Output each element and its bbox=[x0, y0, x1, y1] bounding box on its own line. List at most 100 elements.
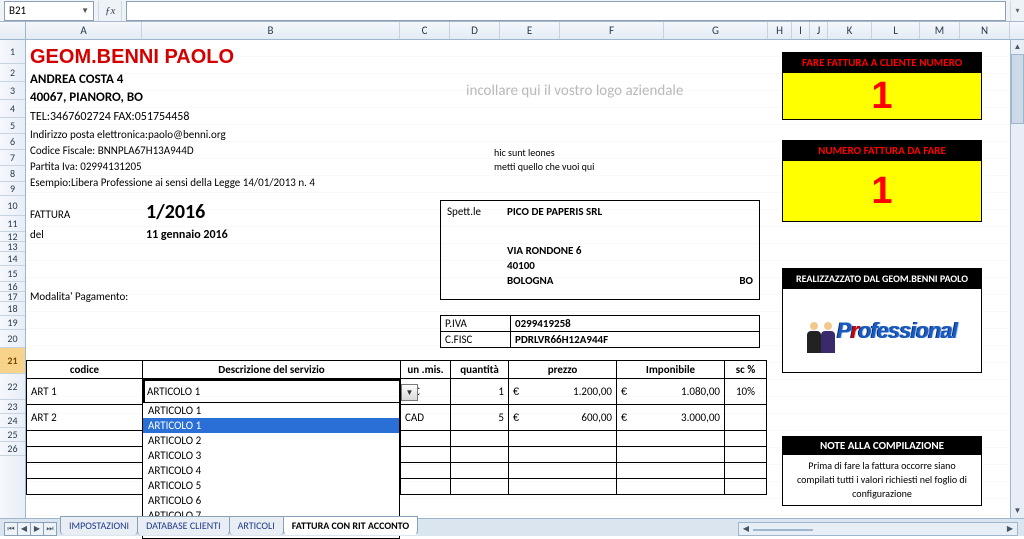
piva-label: P.IVA bbox=[441, 316, 511, 332]
scroll-right-icon[interactable]: ▶ bbox=[1003, 524, 1017, 534]
side-box-notes: NOTE ALLA COMPILAZIONE Prima di fare la … bbox=[782, 436, 982, 506]
law-line: Esempio:Libera Professione ai sensi dell… bbox=[30, 176, 315, 189]
inv-th: Descrizione del servizio bbox=[143, 361, 401, 379]
side-box2-header: NUMERO FATTURA DA FARE bbox=[782, 140, 982, 161]
codice-fiscale: Codice Fiscale: BNNPLA67H13A944D bbox=[30, 144, 194, 157]
tab-nav-first-icon[interactable]: ⏮ bbox=[4, 522, 18, 536]
row-header-26[interactable]: 26 bbox=[0, 442, 25, 456]
scroll-up-icon[interactable]: ▲ bbox=[1011, 40, 1024, 54]
col-header-N[interactable]: N bbox=[960, 22, 1010, 39]
sheet-tab[interactable]: IMPOSTAZIONI bbox=[60, 516, 138, 535]
chevron-down-icon[interactable]: ▼ bbox=[81, 6, 89, 16]
fattura-date: 11 gennaio 2016 bbox=[146, 228, 228, 242]
client-piva: 0299419258 bbox=[511, 316, 760, 332]
dropdown-item[interactable]: ARTICOLO 2 bbox=[143, 433, 399, 448]
inv-th: Imponibile bbox=[617, 361, 725, 379]
row-header-13[interactable]: 13 bbox=[0, 242, 25, 252]
col-header-L[interactable]: L bbox=[872, 22, 920, 39]
col-header-M[interactable]: M bbox=[920, 22, 960, 39]
tab-nav-last-icon[interactable]: ⏭ bbox=[43, 522, 57, 536]
tab-nav-prev-icon[interactable]: ◀ bbox=[17, 522, 31, 536]
realizzato-header: REALIZZAZZATO DAL GEOM.BENNI PAOLO bbox=[782, 268, 982, 289]
row-header-9[interactable]: 9 bbox=[0, 182, 25, 196]
vertical-scrollbar[interactable]: ▲ ▼ bbox=[1010, 40, 1024, 518]
row-header-18[interactable]: 18 bbox=[0, 302, 25, 316]
row-headers: 1234567891011121314151617181920212223242… bbox=[0, 40, 26, 518]
row-header-22[interactable]: 22 bbox=[0, 374, 25, 400]
client-name: PICO DE PAPERIS SRL bbox=[507, 204, 602, 219]
row-header-2[interactable]: 2 bbox=[0, 64, 25, 82]
col-header-J[interactable]: J bbox=[810, 22, 828, 39]
dropdown-item[interactable]: ARTICOLO 5 bbox=[143, 478, 399, 493]
col-header-A[interactable]: A bbox=[26, 22, 142, 39]
dropdown-item[interactable]: ARTICOLO 6 bbox=[143, 493, 399, 508]
col-header-G[interactable]: G bbox=[664, 22, 768, 39]
vscroll-thumb[interactable] bbox=[1011, 54, 1024, 124]
col-header-C[interactable]: C bbox=[400, 22, 450, 39]
col-header-D[interactable]: D bbox=[450, 22, 500, 39]
logo-text: Professional bbox=[837, 318, 957, 344]
col-header-K[interactable]: K bbox=[828, 22, 872, 39]
row-header-19[interactable]: 19 bbox=[0, 316, 25, 330]
expand-formula-bar-icon[interactable]: ▾ bbox=[1010, 1, 1024, 21]
column-headers: ABCDEFGHIJKLMN bbox=[0, 22, 1024, 40]
row-header-20[interactable]: 20 bbox=[0, 330, 25, 348]
scroll-down-icon[interactable]: ▼ bbox=[1011, 504, 1024, 518]
select-all-corner[interactable] bbox=[0, 22, 26, 39]
sheet-tab[interactable]: ARTICOLI bbox=[229, 516, 284, 535]
fx-icon[interactable]: ƒx bbox=[98, 1, 122, 21]
inv-th: prezzo bbox=[509, 361, 617, 379]
table-row[interactable]: ART 1ARTICOLO 1A.C1€1.200,00€1.080,0010% bbox=[27, 379, 767, 405]
company-name: GEOM.BENNI PAOLO bbox=[30, 46, 234, 69]
formula-input[interactable] bbox=[126, 1, 1006, 21]
cell-dropdown-button[interactable]: ▼ bbox=[401, 384, 418, 401]
row-header-17[interactable]: 17 bbox=[0, 292, 25, 302]
dropdown-item[interactable]: ARTICOLO 1 bbox=[143, 403, 399, 418]
row-header-23[interactable]: 23 bbox=[0, 400, 25, 414]
horizontal-scrollbar[interactable]: ◀ ▶ bbox=[738, 522, 1018, 536]
dropdown-item[interactable]: ARTICOLO 4 bbox=[143, 463, 399, 478]
hscroll-thumb[interactable] bbox=[753, 529, 813, 531]
col-header-F[interactable]: F bbox=[560, 22, 664, 39]
row-header-8[interactable]: 8 bbox=[0, 166, 25, 182]
scroll-left-icon[interactable]: ◀ bbox=[739, 524, 753, 534]
row-header-5[interactable]: 5 bbox=[0, 118, 25, 134]
formula-bar-row: B21 ▼ ƒx ▾ bbox=[0, 0, 1024, 22]
col-header-I[interactable]: I bbox=[792, 22, 810, 39]
row-header-1[interactable]: 1 bbox=[0, 40, 25, 64]
spreadsheet-cells[interactable]: GEOM.BENNI PAOLO ANDREA COSTA 4 40067, P… bbox=[26, 40, 1024, 518]
inv-th: quantità bbox=[451, 361, 509, 379]
row-header-10[interactable]: 10 bbox=[0, 196, 25, 216]
dropdown-item[interactable]: ARTICOLO 1 bbox=[143, 418, 399, 433]
partita-iva: Partita Iva: 02994131205 bbox=[30, 160, 142, 173]
name-box[interactable]: B21 ▼ bbox=[4, 1, 94, 21]
col-header-H[interactable]: H bbox=[768, 22, 792, 39]
row-header-6[interactable]: 6 bbox=[0, 134, 25, 150]
inv-th: codice bbox=[27, 361, 143, 379]
col-header-B[interactable]: B bbox=[142, 22, 400, 39]
side-box-logo: REALIZZAZZATO DAL GEOM.BENNI PAOLO Profe… bbox=[782, 268, 982, 373]
name-box-value: B21 bbox=[9, 4, 26, 17]
email-line: Indirizzo posta elettronica:paolo@benni.… bbox=[30, 128, 226, 141]
client-fiscal-box: P.IVA 0299419258 C.FISC PDRLVR66H12A944F bbox=[440, 315, 760, 348]
tab-nav-next-icon[interactable]: ▶ bbox=[30, 522, 44, 536]
dropdown-item[interactable]: ARTICOLO 3 bbox=[143, 448, 399, 463]
row-header-21[interactable]: 21 bbox=[0, 348, 25, 374]
side-box2-value[interactable]: 1 bbox=[782, 161, 982, 222]
sheet-tab[interactable]: DATABASE CLIENTI bbox=[137, 516, 230, 535]
address-line-1: ANDREA COSTA 4 bbox=[30, 72, 123, 87]
tab-nav-buttons[interactable]: ⏮ ◀ ▶ ⏭ bbox=[4, 522, 56, 536]
row-header-14[interactable]: 14 bbox=[0, 252, 25, 266]
col-header-E[interactable]: E bbox=[500, 22, 560, 39]
people-icon bbox=[807, 309, 843, 353]
side-box1-value[interactable]: 1 bbox=[782, 73, 982, 120]
row-header-24[interactable]: 24 bbox=[0, 414, 25, 428]
row-header-25[interactable]: 25 bbox=[0, 428, 25, 442]
client-city: BOLOGNA bbox=[507, 273, 739, 288]
client-zip: 40100 bbox=[507, 258, 535, 273]
row-header-4[interactable]: 4 bbox=[0, 100, 25, 118]
row-header-7[interactable]: 7 bbox=[0, 150, 25, 166]
row-header-3[interactable]: 3 bbox=[0, 82, 25, 100]
address-line-2: 40067, PIANORO, BO bbox=[30, 90, 143, 105]
sheet-tab[interactable]: FATTURA CON RIT ACCONTO bbox=[283, 516, 418, 535]
